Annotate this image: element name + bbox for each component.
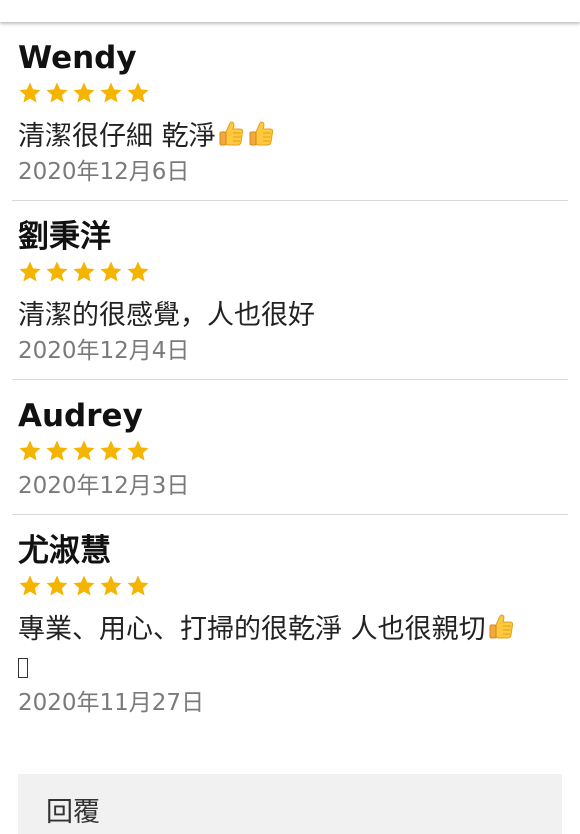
review-date: 2020年12月6日 bbox=[18, 159, 190, 185]
star-icon bbox=[126, 439, 150, 463]
emoji-group bbox=[486, 614, 516, 645]
review-date: 2020年11月27日 bbox=[18, 690, 205, 716]
review-comment-text: 清潔很仔細 乾淨 bbox=[18, 121, 216, 152]
star-icon bbox=[126, 574, 150, 598]
rating-stars bbox=[18, 438, 562, 464]
review-item: Wendy 清潔很仔細 乾淨 2020年12月6日 bbox=[12, 22, 568, 201]
star-icon bbox=[126, 260, 150, 284]
star-icon bbox=[45, 260, 69, 284]
star-icon bbox=[99, 81, 123, 105]
star-icon bbox=[99, 260, 123, 284]
star-icon bbox=[45, 81, 69, 105]
review-item: 尤淑慧 專業、用心、打掃的很乾淨 人也很親切 2020年11月27日 bbox=[12, 515, 568, 731]
star-icon bbox=[72, 574, 96, 598]
reviewer-name: 劉秉洋 bbox=[18, 219, 111, 255]
star-icon bbox=[45, 439, 69, 463]
star-icon bbox=[99, 439, 123, 463]
thumbs-up-emoji bbox=[216, 119, 246, 149]
review-comment: 專業、用心、打掃的很乾淨 人也很親切 bbox=[18, 611, 562, 687]
missing-glyph-icon bbox=[18, 658, 28, 678]
review-list: Wendy 清潔很仔細 乾淨 2020年12月6日 劉秉洋 清潔的很感覺，人也很… bbox=[0, 22, 580, 731]
rating-stars bbox=[18, 80, 562, 106]
review-comment-text: 清潔的很感覺，人也很好 bbox=[18, 300, 315, 331]
review-comment: 清潔很仔細 乾淨 bbox=[18, 118, 562, 156]
star-icon bbox=[18, 260, 42, 284]
review-item: 劉秉洋 清潔的很感覺，人也很好 2020年12月4日 bbox=[12, 201, 568, 380]
thumbs-up-emoji bbox=[246, 119, 276, 149]
reviewer-name: 尤淑慧 bbox=[18, 533, 111, 569]
star-icon bbox=[72, 439, 96, 463]
review-date: 2020年12月4日 bbox=[18, 338, 190, 364]
star-icon bbox=[72, 260, 96, 284]
reply-button[interactable]: 回覆 bbox=[18, 774, 562, 834]
emoji-group bbox=[216, 121, 276, 152]
star-icon bbox=[18, 81, 42, 105]
review-comment: 清潔的很感覺，人也很好 bbox=[18, 297, 562, 335]
rating-stars bbox=[18, 259, 562, 285]
review-date: 2020年12月3日 bbox=[18, 473, 190, 499]
review-item: Audrey 2020年12月3日 bbox=[12, 380, 568, 515]
star-icon bbox=[126, 81, 150, 105]
star-icon bbox=[45, 574, 69, 598]
header-edge bbox=[0, 0, 580, 22]
reply-label: 回覆 bbox=[46, 797, 100, 828]
star-icon bbox=[18, 574, 42, 598]
star-icon bbox=[72, 81, 96, 105]
reviewer-name: Audrey bbox=[18, 398, 143, 434]
reviewer-name: Wendy bbox=[18, 40, 137, 76]
rating-stars bbox=[18, 573, 562, 599]
thumbs-up-emoji bbox=[486, 612, 516, 642]
review-comment-text: 專業、用心、打掃的很乾淨 人也很親切 bbox=[18, 614, 486, 645]
star-icon bbox=[18, 439, 42, 463]
star-icon bbox=[99, 574, 123, 598]
